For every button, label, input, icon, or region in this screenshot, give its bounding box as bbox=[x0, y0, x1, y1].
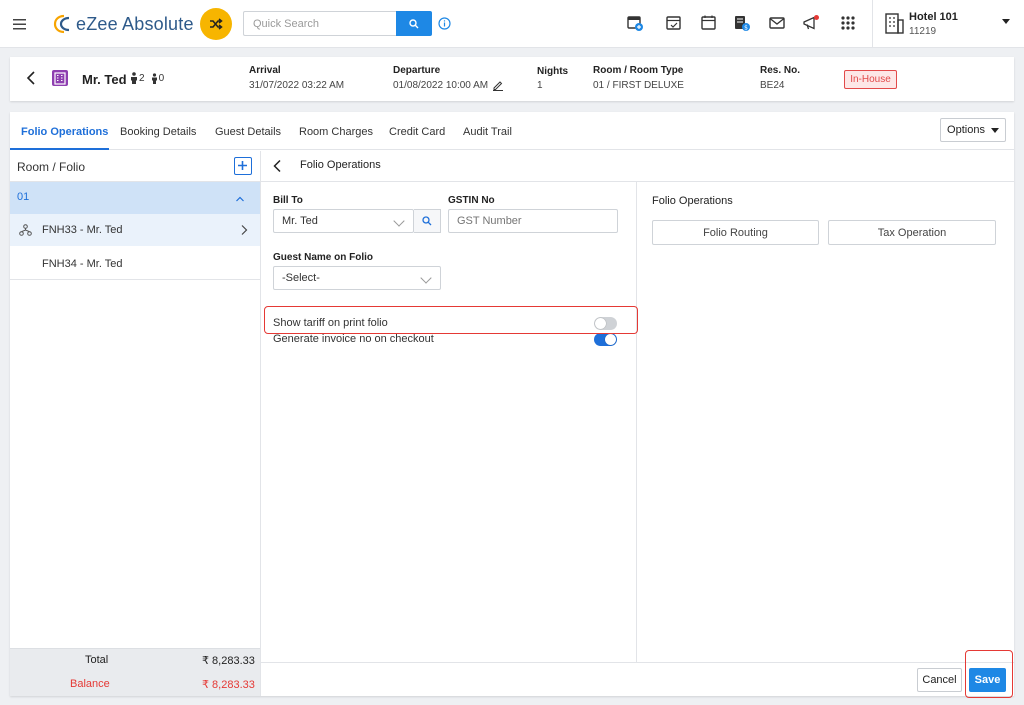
edit-departure-icon[interactable] bbox=[492, 79, 504, 91]
app-logo[interactable]: eZee Absolute bbox=[52, 12, 194, 36]
calendar-icon[interactable] bbox=[700, 14, 718, 32]
folio-label: FNH34 - Mr. Ted bbox=[42, 258, 123, 270]
chevron-down-icon bbox=[393, 215, 405, 227]
gstin-input[interactable] bbox=[448, 209, 618, 233]
room-number: 01 bbox=[17, 191, 30, 203]
room-folio-title: Room / Folio bbox=[17, 160, 86, 174]
switch-property-button[interactable] bbox=[200, 8, 232, 40]
calendar-check-icon[interactable] bbox=[665, 14, 683, 32]
options-dropdown[interactable]: Options bbox=[940, 118, 1006, 142]
hotel-name[interactable]: Hotel 101 bbox=[909, 11, 958, 23]
form-footer bbox=[261, 662, 1014, 696]
routing-icon bbox=[19, 224, 32, 236]
gstin-label: GSTIN No bbox=[448, 195, 495, 206]
folio-routing-button[interactable]: Folio Routing bbox=[652, 220, 819, 245]
bill-to-select[interactable]: Mr. Ted bbox=[273, 209, 414, 233]
highlight-annotation bbox=[264, 306, 638, 334]
balance-label: Balance bbox=[70, 678, 110, 690]
caret-down-icon bbox=[990, 127, 999, 133]
total-value: ₹ 8,283.33 bbox=[202, 655, 255, 667]
tab-folio-operations[interactable]: Folio Operations bbox=[21, 126, 108, 138]
announcement-icon[interactable] bbox=[802, 14, 820, 32]
hotel-building-icon bbox=[883, 11, 905, 35]
chevron-right-icon[interactable] bbox=[240, 224, 248, 236]
room-type-label: Room / Room Type bbox=[593, 65, 684, 76]
tab-booking-details[interactable]: Booking Details bbox=[120, 126, 196, 138]
options-label: Options bbox=[947, 124, 985, 136]
back-icon[interactable] bbox=[25, 70, 37, 86]
res-no-label: Res. No. bbox=[760, 65, 801, 76]
room-type-value: 01 / FIRST DELUXE bbox=[593, 80, 684, 91]
bill-to-search-button[interactable] bbox=[414, 209, 441, 233]
guest-name-label: Guest Name on Folio bbox=[273, 252, 374, 263]
reservation-building-icon bbox=[50, 68, 70, 88]
folio-label: FNH33 - Mr. Ted bbox=[42, 224, 123, 236]
child-icon bbox=[151, 73, 157, 84]
tab-credit-card[interactable]: Credit Card bbox=[389, 126, 445, 138]
tab-room-charges[interactable]: Room Charges bbox=[299, 126, 373, 138]
generate-invoice-toggle[interactable] bbox=[594, 333, 617, 346]
guest-name-select[interactable]: -Select- bbox=[273, 266, 441, 290]
info-icon[interactable] bbox=[438, 17, 451, 30]
tab-guest-details[interactable]: Guest Details bbox=[215, 126, 281, 138]
res-no-value: BE24 bbox=[760, 80, 785, 91]
svg-text:$: $ bbox=[744, 25, 748, 32]
nights-value: 1 bbox=[537, 80, 543, 91]
search-button[interactable] bbox=[396, 11, 432, 36]
tab-audit-trail[interactable]: Audit Trail bbox=[463, 126, 512, 138]
departure-label: Departure bbox=[393, 65, 441, 76]
bill-to-label: Bill To bbox=[273, 195, 303, 206]
departure-value: 01/08/2022 10:00 AM bbox=[393, 80, 489, 91]
adult-icon bbox=[131, 72, 137, 84]
content-title: Folio Operations bbox=[300, 159, 381, 171]
logo-icon bbox=[53, 14, 70, 34]
balance-value: ₹ 8,283.33 bbox=[202, 679, 255, 691]
guest-name-value: -Select- bbox=[282, 272, 320, 284]
hotel-code: 11219 bbox=[909, 26, 937, 37]
search-icon bbox=[422, 216, 432, 226]
room-row[interactable] bbox=[10, 182, 260, 214]
guest-name: Mr. Ted bbox=[82, 72, 127, 87]
cancel-button[interactable]: Cancel bbox=[917, 668, 962, 692]
toggle-knob bbox=[605, 334, 616, 345]
chevron-down-icon bbox=[420, 272, 432, 284]
search-icon bbox=[409, 18, 419, 28]
add-folio-button[interactable] bbox=[234, 157, 252, 175]
active-tab-indicator bbox=[10, 148, 109, 150]
hotel-dropdown-icon[interactable] bbox=[1002, 19, 1010, 24]
back-icon[interactable] bbox=[272, 159, 282, 173]
generate-invoice-label: Generate invoice no on checkout bbox=[273, 333, 434, 345]
quick-search-input[interactable] bbox=[243, 11, 396, 36]
folio-operations-title: Folio Operations bbox=[652, 195, 733, 207]
shuffle-icon bbox=[210, 18, 223, 30]
total-label: Total bbox=[85, 654, 109, 666]
invoice-icon[interactable]: $ bbox=[733, 14, 751, 32]
child-count: 0 bbox=[158, 73, 165, 84]
apps-grid-icon[interactable] bbox=[839, 14, 857, 32]
menu-icon[interactable] bbox=[12, 14, 28, 34]
plus-icon bbox=[238, 161, 247, 170]
calendar-add-icon[interactable] bbox=[626, 14, 644, 32]
adult-count: 2 bbox=[139, 73, 145, 84]
mail-icon[interactable] bbox=[768, 14, 786, 32]
status-badge: In-House bbox=[844, 70, 897, 89]
highlight-annotation bbox=[965, 650, 1013, 698]
logo-text: eZee Absolute bbox=[76, 13, 194, 34]
arrival-label: Arrival bbox=[249, 65, 281, 76]
panel-divider bbox=[260, 151, 261, 696]
arrival-value: 31/07/2022 03:22 AM bbox=[249, 80, 345, 91]
divider bbox=[872, 0, 873, 48]
tax-operation-button[interactable]: Tax Operation bbox=[828, 220, 996, 245]
bill-to-value: Mr. Ted bbox=[282, 215, 318, 227]
chevron-up-icon[interactable] bbox=[235, 195, 245, 203]
pax-count: 2 0 bbox=[130, 72, 164, 84]
nights-label: Nights bbox=[537, 66, 569, 77]
content-divider bbox=[636, 182, 637, 662]
